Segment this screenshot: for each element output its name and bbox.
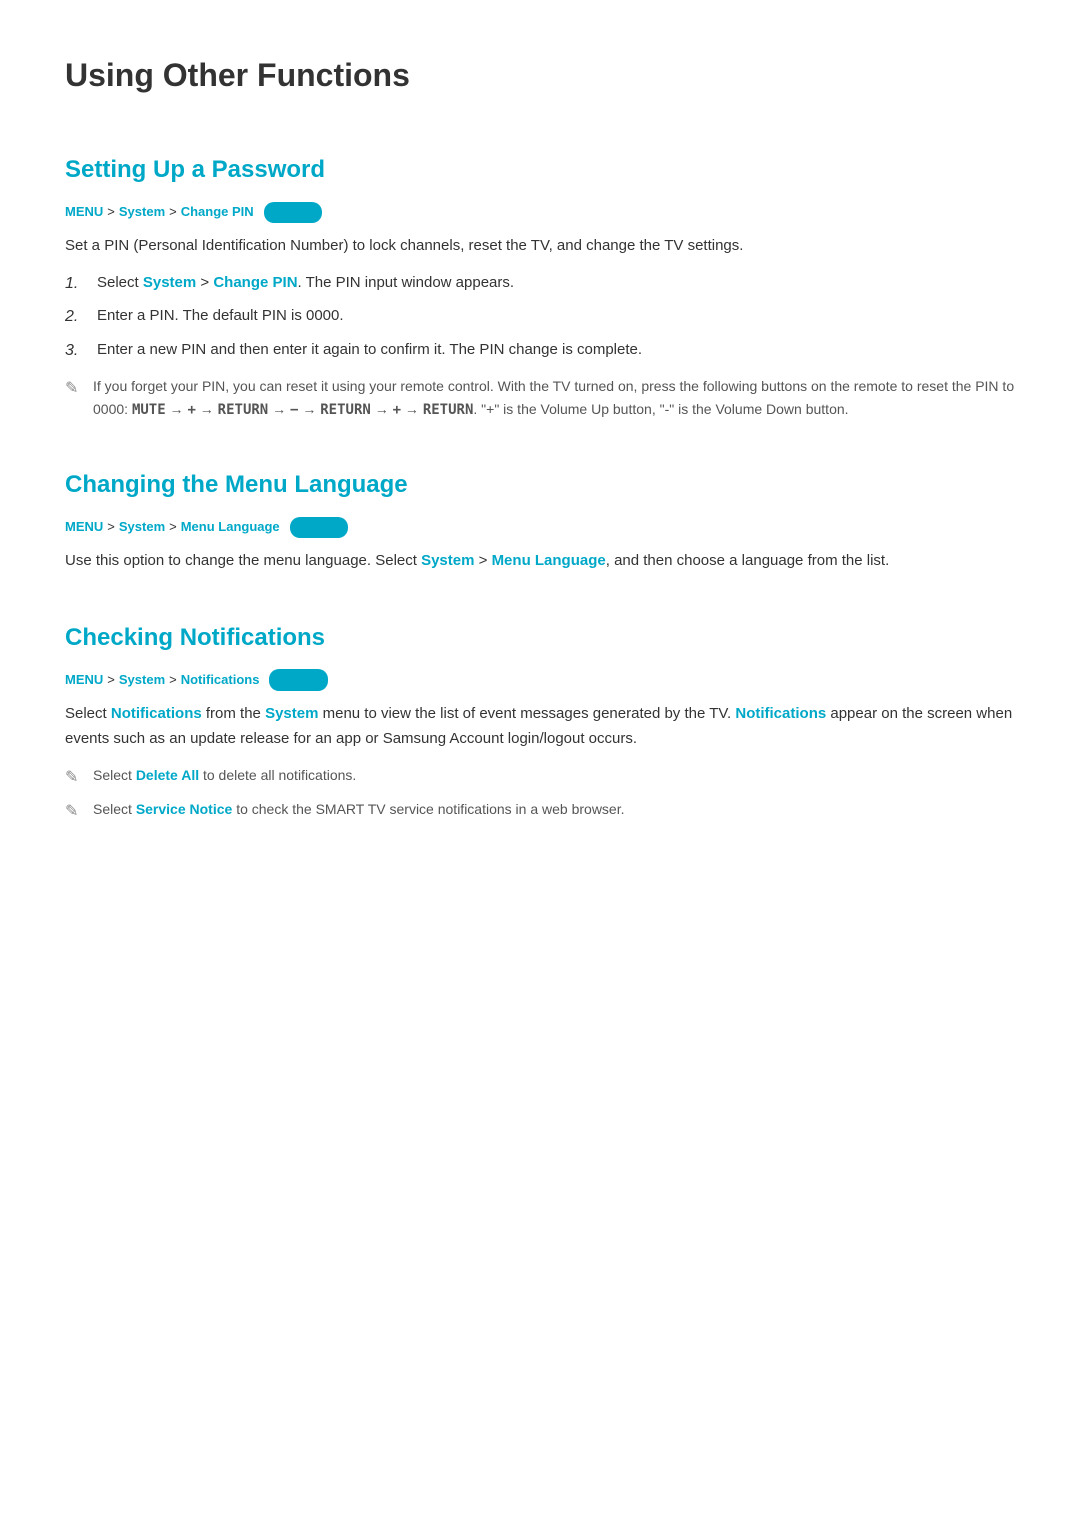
lang-desc-after: , and then choose a language from the li…	[606, 552, 890, 569]
try-now-badge-notifications[interactable]: Try Now	[269, 669, 328, 691]
return1-text: RETURN	[218, 402, 269, 418]
step-number-2: 2.	[65, 304, 85, 330]
notif-desc-p1: Select	[65, 705, 111, 722]
bullet-service-after: to check the SMART TV service notificati…	[232, 801, 624, 817]
notif-desc-p3: menu to view the list of event messages …	[318, 705, 735, 722]
notifications-bullets: ✎ Select Delete All to delete all notifi…	[65, 764, 1015, 825]
pencil-icon-3: ✎	[65, 799, 83, 825]
notifications-description: Select Notifications from the System men…	[65, 701, 1015, 752]
breadcrumb-menu-notif: MENU	[65, 670, 103, 691]
breadcrumb-sep6: >	[169, 670, 177, 691]
breadcrumb-sep4: >	[169, 517, 177, 538]
lang-desc-before: Use this option to change the menu langu…	[65, 552, 421, 569]
link-system-1: System	[143, 274, 196, 291]
link-delete-all: Delete All	[136, 767, 199, 783]
breadcrumb-sep1: >	[107, 202, 115, 223]
breadcrumb-system-lang: System	[119, 517, 165, 538]
plus2-text: +	[393, 402, 401, 418]
step-number-1: 1.	[65, 271, 85, 297]
breadcrumb-change-pin: Change PIN	[181, 202, 254, 223]
page-title: Using Other Functions	[65, 50, 1015, 111]
breadcrumb-system-notif: System	[119, 670, 165, 691]
password-steps: 1. Select System > Change PIN. The PIN i…	[65, 271, 1015, 364]
link-service-notice: Service Notice	[136, 801, 233, 817]
breadcrumb-menu: MENU	[65, 202, 103, 223]
section-title-password: Setting Up a Password	[65, 151, 1015, 189]
pencil-icon-1: ✎	[65, 376, 83, 402]
breadcrumb-notifications: MENU > System > Notifications Try Now	[65, 669, 1015, 691]
lang-desc-sep: >	[474, 552, 491, 569]
section-menu-language: Changing the Menu Language MENU > System…	[65, 466, 1015, 573]
step-1-text: Select System > Change PIN. The PIN inpu…	[97, 271, 514, 295]
breadcrumb-menu-language: Menu Language	[181, 517, 280, 538]
section-notifications: Checking Notifications MENU > System > N…	[65, 619, 1015, 825]
return3-text: RETURN	[423, 402, 474, 418]
mute-text: MUTE	[132, 402, 166, 418]
link-notifications-1: Notifications	[111, 705, 202, 722]
link-system-3: System	[265, 705, 318, 722]
minus-text: −	[290, 402, 298, 418]
password-note: ✎ If you forget your PIN, you can reset …	[65, 375, 1015, 421]
link-menu-language: Menu Language	[492, 552, 606, 569]
breadcrumb-sep3: >	[107, 517, 115, 538]
breadcrumb-password: MENU > System > Change PIN Try Now	[65, 202, 1015, 224]
section-title-language: Changing the Menu Language	[65, 466, 1015, 504]
step-2-text: Enter a PIN. The default PIN is 0000.	[97, 304, 344, 328]
return2-text: RETURN	[320, 402, 371, 418]
try-now-badge-password[interactable]: Try Now	[264, 202, 323, 224]
language-description: Use this option to change the menu langu…	[65, 548, 1015, 574]
breadcrumb-notifications: Notifications	[181, 670, 260, 691]
link-change-pin: Change PIN	[213, 274, 297, 291]
bullet-service-notice: ✎ Select Service Notice to check the SMA…	[65, 798, 1015, 825]
bullet-service-before: Select	[93, 801, 136, 817]
step-3: 3. Enter a new PIN and then enter it aga…	[65, 338, 1015, 364]
password-note-text: If you forget your PIN, you can reset it…	[93, 375, 1015, 421]
plus1-text: +	[187, 402, 195, 418]
bullet-delete-before: Select	[93, 767, 136, 783]
link-notifications-2: Notifications	[735, 705, 826, 722]
bullet-service-text: Select Service Notice to check the SMART…	[93, 798, 625, 820]
password-description: Set a PIN (Personal Identification Numbe…	[65, 233, 1015, 259]
bullet-delete-after: to delete all notifications.	[199, 767, 356, 783]
step-1: 1. Select System > Change PIN. The PIN i…	[65, 271, 1015, 297]
section-setting-up-password: Setting Up a Password MENU > System > Ch…	[65, 151, 1015, 421]
try-now-badge-language[interactable]: Try Now	[290, 517, 349, 539]
breadcrumb-sep5: >	[107, 670, 115, 691]
link-system-2: System	[421, 552, 474, 569]
breadcrumb-system: System	[119, 202, 165, 223]
step-number-3: 3.	[65, 338, 85, 364]
breadcrumb-menu-lang: MENU	[65, 517, 103, 538]
step-3-text: Enter a new PIN and then enter it again …	[97, 338, 642, 362]
step-2: 2. Enter a PIN. The default PIN is 0000.	[65, 304, 1015, 330]
bullet-delete-all: ✎ Select Delete All to delete all notifi…	[65, 764, 1015, 791]
breadcrumb-language: MENU > System > Menu Language Try Now	[65, 517, 1015, 539]
section-title-notifications: Checking Notifications	[65, 619, 1015, 657]
bullet-delete-text: Select Delete All to delete all notifica…	[93, 764, 356, 786]
pencil-icon-2: ✎	[65, 765, 83, 791]
notif-desc-p2: from the	[202, 705, 265, 722]
breadcrumb-sep2: >	[169, 202, 177, 223]
